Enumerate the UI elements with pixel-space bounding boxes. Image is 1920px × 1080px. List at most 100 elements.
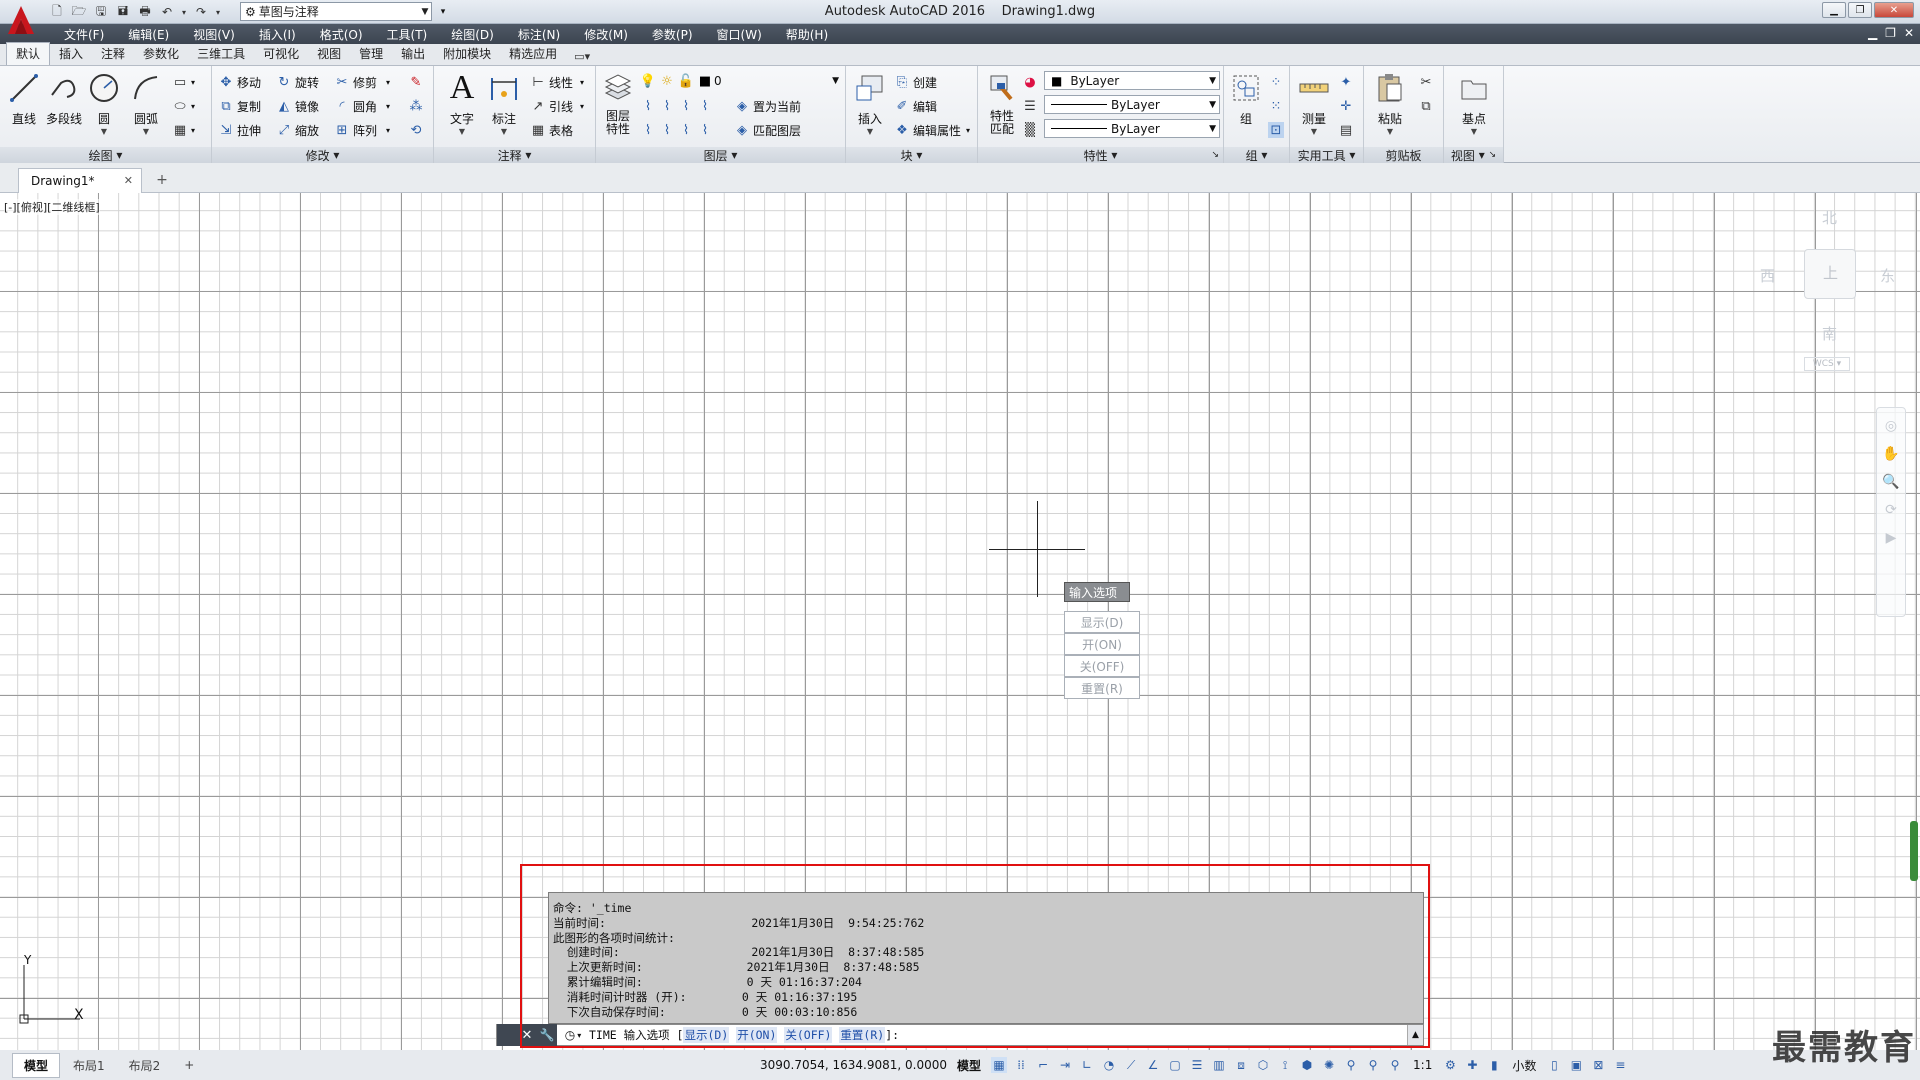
group-select-icon[interactable]: ⊡	[1268, 120, 1284, 140]
close-icon[interactable]: ✕	[517, 1024, 537, 1046]
color-dropdown[interactable]: ■ ByLayer ▼	[1044, 71, 1220, 90]
menu-parametric[interactable]: 参数(P)	[640, 26, 705, 43]
lineweight-display-icon[interactable]: ☰	[1189, 1057, 1205, 1073]
wrench-icon[interactable]: 🔧	[537, 1024, 557, 1046]
rotate-button[interactable]: ↻ 旋转	[276, 72, 319, 92]
history-toggle-icon[interactable]: ▲	[1407, 1025, 1423, 1045]
trim-button[interactable]: ✂ 修剪 ▾	[334, 72, 390, 92]
layer-lock-icon[interactable]: ⌇	[697, 98, 713, 114]
layer-dropdown[interactable]: 0 ▼	[708, 71, 842, 90]
tab-model[interactable]: 模型	[12, 1052, 61, 1078]
add-layout-icon[interactable]: +	[173, 1055, 205, 1075]
coordinate-readout[interactable]: 3090.7054, 1634.9081, 0.0000	[760, 1058, 947, 1072]
erase-button[interactable]: ✎	[408, 72, 424, 92]
object-snap-tracking-icon[interactable]: ∠	[1145, 1057, 1161, 1073]
paste-button[interactable]: 粘贴 ▼	[1370, 70, 1410, 146]
move-button[interactable]: ✥ 移动	[218, 72, 261, 92]
linetype-dropdown[interactable]: ByLayer ▼	[1044, 95, 1220, 114]
dyn-option-display[interactable]: 显示(D)	[1064, 611, 1140, 633]
workspace-gear-icon[interactable]: ⚙	[1442, 1057, 1458, 1073]
cmd-option-display[interactable]: 显示(D)	[683, 1027, 730, 1043]
rectangle-button[interactable]: ▭ ▾	[172, 72, 195, 92]
snap-icon[interactable]: ⁞⁞	[1013, 1057, 1029, 1073]
chevron-down-icon[interactable]: ▼	[867, 127, 873, 136]
panel-clipboard-title[interactable]: 剪贴板	[1364, 147, 1443, 163]
explode-button[interactable]: ⁂	[408, 96, 424, 116]
annotation-visibility-icon[interactable]: ⚲	[1343, 1057, 1359, 1073]
doc-minimize-icon[interactable]: ▁	[1868, 26, 1877, 40]
cmd-option-on[interactable]: 开(ON)	[736, 1027, 778, 1043]
linear-dim-button[interactable]: ⊢ 线性 ▾	[530, 72, 584, 92]
set-current-button[interactable]: ◈ 置为当前	[734, 96, 801, 116]
units-value[interactable]: 小数	[1508, 1057, 1540, 1074]
menu-view[interactable]: 视图(V)	[181, 26, 247, 43]
tab-manage[interactable]: 管理	[350, 43, 392, 65]
menu-insert[interactable]: 插入(I)	[247, 26, 308, 43]
viewport-controls-label[interactable]: [-][俯视][二维线框]	[4, 199, 100, 215]
layer-freeze-icon[interactable]: ⌇	[678, 98, 694, 114]
infer-constraints-icon[interactable]: ⌐	[1035, 1057, 1051, 1073]
copy-button[interactable]: ⧉ 复制	[218, 96, 261, 116]
scale-button[interactable]: ⤢ 缩放	[276, 120, 319, 140]
quick-select-icon[interactable]: ✦	[1338, 72, 1354, 92]
tab-featured-apps[interactable]: 精选应用	[500, 43, 566, 65]
command-line-grip[interactable]	[497, 1024, 517, 1046]
dyn-option-on[interactable]: 开(ON)	[1064, 633, 1140, 655]
command-input[interactable]: TIME 输入选项 [显示(D) 开(ON) 关(OFF) 重置(R)]:	[589, 1027, 899, 1043]
recent-commands-icon[interactable]: ◷ ▾	[557, 1024, 589, 1046]
tab-parametric[interactable]: 参数化	[134, 43, 188, 65]
tab-insert[interactable]: 插入	[50, 43, 92, 65]
chevron-down-icon[interactable]: ▼	[1311, 127, 1317, 136]
wcs-menu[interactable]: WCS ▾	[1804, 357, 1850, 371]
array-button[interactable]: ⊞ 阵列 ▾	[334, 120, 390, 140]
isodraft-icon[interactable]: ⟋	[1123, 1057, 1139, 1073]
insert-block-button[interactable]: 插入 ▼	[850, 70, 890, 146]
layer-isolate-icon[interactable]: ⌇	[659, 98, 675, 114]
orbit-icon[interactable]: ⟳	[1885, 502, 1897, 518]
dyn-option-reset[interactable]: 重置(R)	[1064, 677, 1140, 699]
polyline-button[interactable]: 多段线	[44, 70, 84, 146]
panel-utilities-title[interactable]: 实用工具 ▾	[1290, 147, 1363, 163]
chevron-down-icon[interactable]: ▼	[1471, 127, 1477, 136]
layer-properties-button[interactable]: 图层 特性	[598, 70, 638, 146]
sun-icon[interactable]: ☼	[659, 73, 675, 89]
tab-default[interactable]: 默认	[6, 42, 51, 65]
panel-layers-title[interactable]: 图层 ▾	[596, 147, 845, 163]
doc-restore-icon[interactable]: ❐	[1885, 26, 1896, 40]
unlock-icon[interactable]: 🔓	[678, 73, 694, 89]
menu-dimension[interactable]: 标注(N)	[506, 26, 572, 43]
gizmo-icon[interactable]: ✺	[1321, 1057, 1337, 1073]
tab-visualize[interactable]: 可视化	[254, 43, 308, 65]
menu-format[interactable]: 格式(O)	[308, 26, 375, 43]
menu-window[interactable]: 窗口(W)	[705, 26, 774, 43]
zoom-icon[interactable]: 🔍	[1882, 474, 1899, 490]
dynamic-input-icon[interactable]: ⇥	[1057, 1057, 1073, 1073]
layer-off-icon[interactable]: ⌇	[640, 98, 656, 114]
cmd-option-reset[interactable]: 重置(R)	[839, 1027, 886, 1043]
panel-groups-title[interactable]: 组 ▾	[1224, 147, 1289, 163]
menu-help[interactable]: 帮助(H)	[774, 26, 840, 43]
isolate-objects-icon[interactable]: ▯	[1546, 1057, 1562, 1073]
dynamic-ucs-icon[interactable]: ⟟	[1277, 1057, 1293, 1073]
new-tab-button[interactable]: +	[152, 170, 172, 190]
close-button[interactable]: ✕	[1874, 2, 1914, 18]
showmotion-icon[interactable]: ▶	[1886, 530, 1897, 546]
chevron-down-icon[interactable]: ▼	[101, 127, 107, 136]
maximize-button[interactable]: ❐	[1848, 2, 1872, 18]
edit-attribute-button[interactable]: ❖ 编辑属性 ▾	[894, 120, 970, 140]
circle-button[interactable]: 圆 ▼	[84, 70, 124, 146]
menu-modify[interactable]: 修改(M)	[572, 26, 640, 43]
base-view-button[interactable]: 基点 ▼	[1454, 70, 1494, 146]
hardware-acceleration-icon[interactable]: ▣	[1568, 1057, 1584, 1073]
annotation-scale-value[interactable]: 1:1	[1409, 1058, 1436, 1072]
layer-on-icon[interactable]: ⌇	[697, 122, 713, 138]
layer-thaw-icon[interactable]: ⌇	[659, 122, 675, 138]
hatch-button[interactable]: ▦ ▾	[172, 120, 195, 140]
3d-osnap-icon[interactable]: ⬡	[1255, 1057, 1271, 1073]
chevron-down-icon[interactable]: ▼	[1387, 127, 1393, 136]
pan-icon[interactable]: ✋	[1882, 446, 1899, 462]
cmd-option-off[interactable]: 关(OFF)	[784, 1027, 833, 1043]
calculator-icon[interactable]: ▤	[1338, 120, 1354, 140]
tab-annotate[interactable]: 注释	[92, 43, 134, 65]
menu-tools[interactable]: 工具(T)	[375, 26, 440, 43]
